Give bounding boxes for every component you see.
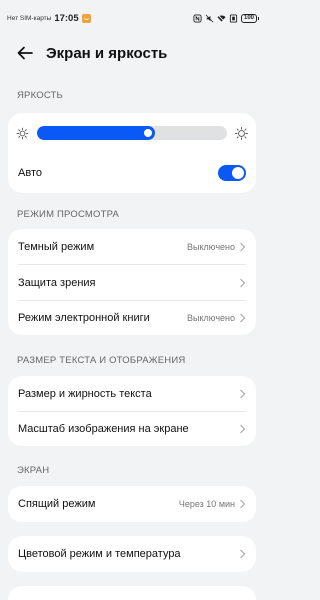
auto-brightness-toggle[interactable]	[218, 164, 246, 181]
carrier-text: Нет SIM-карты	[7, 14, 52, 22]
chevron-right-icon	[240, 242, 246, 251]
chevron-right-icon	[240, 389, 246, 398]
chevron-right-icon	[240, 313, 246, 322]
sleep-value: Через 10 мин	[178, 499, 235, 509]
brightness-slider-row	[8, 113, 256, 153]
ebook-mode-row[interactable]: Режим электронной книги Выключено	[8, 300, 256, 335]
status-time: 17:05	[54, 12, 79, 24]
chevron-right-icon	[240, 278, 246, 287]
text-display-card: Размер и жирность текста Масштаб изображ…	[8, 376, 256, 446]
display-scale-label: Масштаб изображения на экране	[18, 422, 189, 435]
text-size-label: Размер и жирность текста	[18, 387, 152, 400]
color-mode-label: Цветовой режим и температура	[18, 548, 181, 560]
wifi-icon	[217, 14, 226, 22]
brightness-low-icon	[16, 127, 29, 139]
section-view-mode: РЕЖИМ ПРОСМОТРА	[17, 209, 120, 220]
battery-indicator: 100	[240, 13, 260, 23]
dark-mode-value: Выключено	[187, 241, 235, 252]
eye-comfort-label: Защита зрения	[18, 276, 96, 289]
text-size-row[interactable]: Размер и жирность текста	[8, 376, 256, 411]
ebook-mode-label: Режим электронной книги	[18, 311, 150, 324]
brightness-card: Авто	[8, 113, 256, 193]
view-mode-card: Темный режим Выключено Защита зрения Реж…	[8, 229, 256, 335]
auto-brightness-label: Авто	[18, 166, 42, 179]
app-notification-icon	[81, 13, 91, 23]
section-text-display: РАЗМЕР ТЕКСТА И ОТОБРАЖЕНИЯ	[17, 355, 186, 366]
ebook-mode-value: Выключено	[187, 312, 235, 323]
brightness-high-icon	[235, 126, 248, 140]
back-arrow-icon[interactable]	[16, 44, 34, 62]
page-header: Экран и яркость	[0, 38, 264, 68]
brightness-slider-thumb[interactable]	[143, 129, 152, 137]
sleep-label: Спящий режим	[18, 498, 96, 510]
dark-mode-label: Темный режим	[18, 240, 95, 253]
chevron-right-icon	[240, 424, 246, 433]
brightness-slider-fill	[37, 126, 155, 140]
chevron-right-icon	[240, 499, 246, 509]
sleep-row[interactable]: Спящий режим Через 10 мин	[8, 486, 256, 522]
chevron-right-icon	[240, 549, 246, 559]
section-brightness: ЯРКОСТЬ	[17, 90, 63, 101]
display-scale-row[interactable]: Масштаб изображения на экране	[8, 411, 256, 446]
nfc-icon	[193, 13, 202, 23]
next-card-partial	[8, 586, 256, 600]
color-mode-card: Цветовой режим и температура	[8, 536, 256, 572]
color-mode-row[interactable]: Цветовой режим и температура	[8, 536, 256, 572]
section-screen: ЭКРАН	[17, 465, 50, 476]
dark-mode-row[interactable]: Темный режим Выключено	[8, 229, 256, 264]
signal-icon	[229, 13, 238, 23]
sleep-card: Спящий режим Через 10 мин	[8, 486, 256, 522]
status-bar: Нет SIM-карты 17:05 100	[0, 0, 264, 36]
eye-comfort-row[interactable]: Защита зрения	[8, 265, 256, 300]
brightness-slider[interactable]	[37, 126, 227, 140]
page-title: Экран и яркость	[46, 44, 168, 62]
auto-brightness-row[interactable]: Авто	[8, 155, 256, 190]
mute-icon	[205, 14, 214, 22]
